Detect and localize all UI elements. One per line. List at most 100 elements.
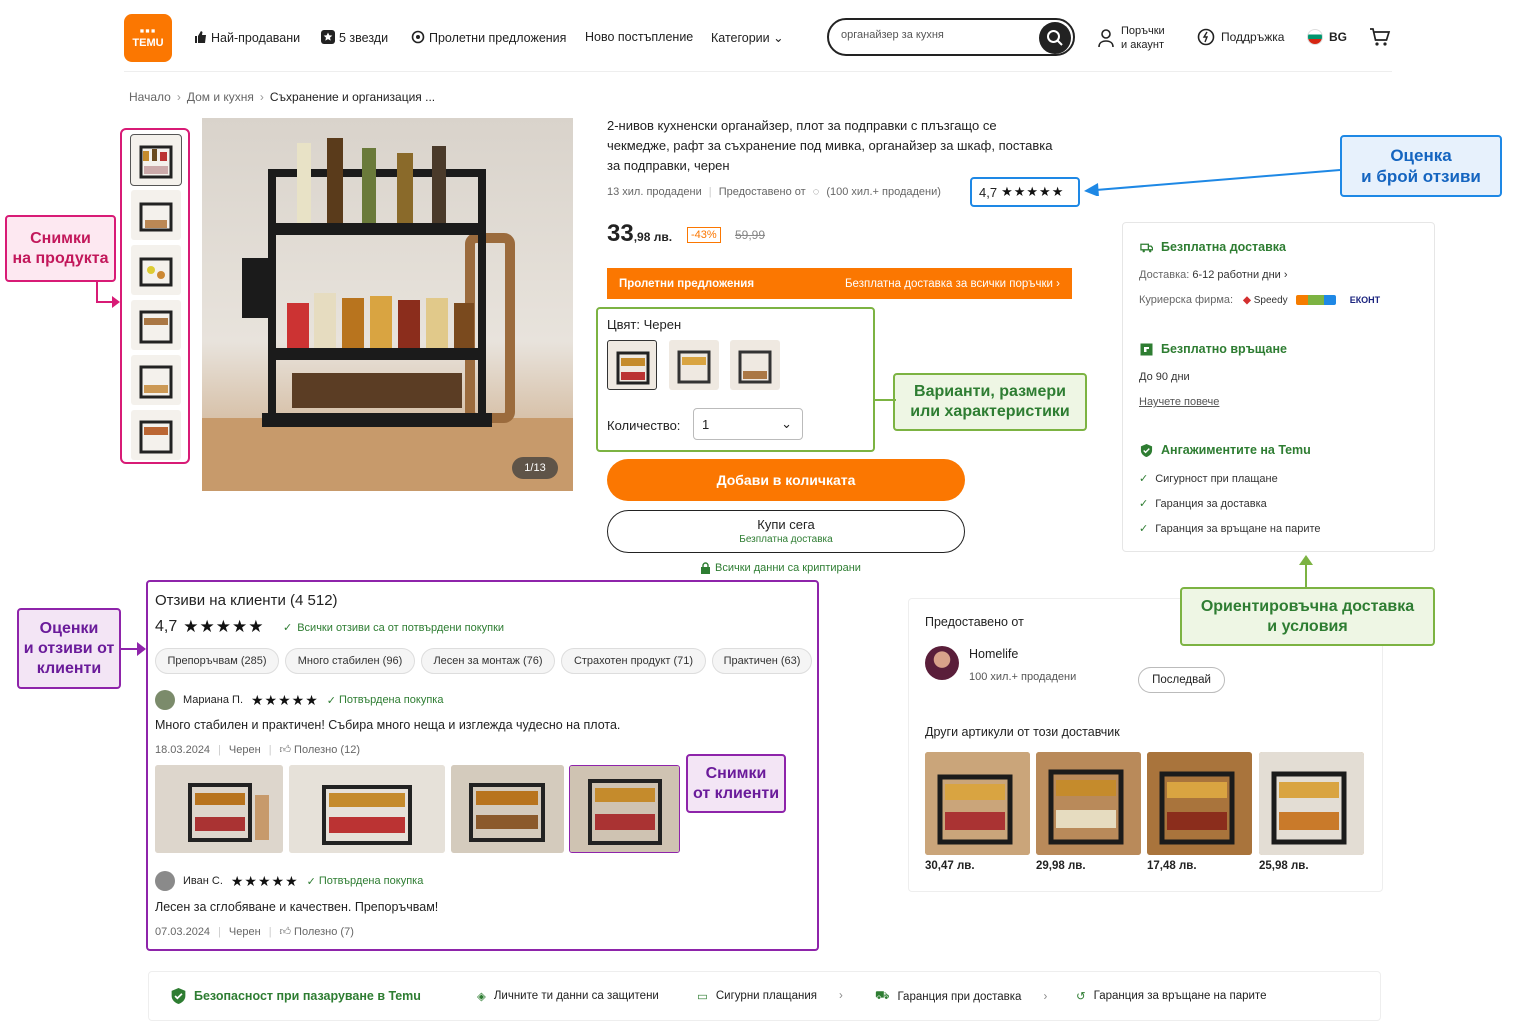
- annotation-delivery: Ориентировъчна доставка и условия: [1180, 587, 1435, 646]
- helpful-count[interactable]: Полезно (12): [294, 744, 360, 756]
- rack-photo-image: [570, 766, 679, 852]
- learn-more-link[interactable]: Научете повече: [1139, 396, 1219, 408]
- other-item-image[interactable]: [1259, 752, 1364, 855]
- other-item-image[interactable]: [1147, 752, 1252, 855]
- nav-five-stars[interactable]: 5 звезди: [321, 30, 388, 45]
- review-variant: Черен: [228, 743, 261, 756]
- other-item-image[interactable]: [925, 752, 1030, 855]
- thumbnail[interactable]: [131, 410, 181, 460]
- seller-label: Предоставено от: [925, 615, 1024, 629]
- seller-avatar[interactable]: [925, 646, 959, 680]
- quantity-select[interactable]: 1 ⌄: [693, 408, 803, 440]
- review-photo[interactable]: [451, 765, 564, 853]
- review-text: Лесен за сглобяване и качествен. Препоръ…: [155, 900, 439, 914]
- search-input[interactable]: [841, 29, 1031, 41]
- safety-item[interactable]: ◈ Личните ти данни са защитени: [477, 989, 659, 1003]
- quantity-label: Количество:: [607, 418, 681, 433]
- nav-label: Ново постъпление: [585, 30, 694, 44]
- temu-logo[interactable]: ▪▪▪ TEMU: [124, 14, 172, 62]
- seller-sales: 100 хил.+ продадени: [969, 671, 1077, 683]
- search-bar[interactable]: [827, 18, 1075, 56]
- other-item-image[interactable]: [1036, 752, 1141, 855]
- color-swatch[interactable]: [607, 340, 657, 390]
- search-button[interactable]: [1039, 22, 1071, 54]
- free-delivery-label: Безплатна доставка: [1161, 240, 1287, 254]
- color-swatch[interactable]: [730, 340, 780, 390]
- nav-spring-deals[interactable]: Пролетни предложения: [411, 30, 566, 45]
- breadcrumb-home[interactable]: Начало: [129, 90, 171, 104]
- commitments-label: Ангажиментите на Temu: [1161, 443, 1311, 457]
- nav-categories[interactable]: Категории ⌄: [711, 30, 784, 45]
- nav-bestsellers[interactable]: Най-продавани: [193, 30, 300, 45]
- thumbnail[interactable]: [131, 245, 181, 295]
- review-variant: Черен: [228, 925, 261, 938]
- truck-icon: [1140, 243, 1153, 252]
- safety-title-text: Безопасност при пазаруване в Temu: [194, 989, 421, 1003]
- thumbnail[interactable]: [131, 355, 181, 405]
- annotation-arrow-icon: [96, 282, 120, 308]
- thumbs-up-icon[interactable]: 👍︎: [280, 925, 292, 938]
- rack-photo-image: [925, 752, 1030, 855]
- chevron-down-icon: ⌄: [781, 416, 792, 431]
- review-meta: 07.03.2024 | Черен | 👍︎ Полезно (7): [155, 925, 354, 939]
- add-to-cart-button[interactable]: Добави в количката: [607, 459, 965, 501]
- review-photo[interactable]: [289, 765, 445, 853]
- review-tag-chip[interactable]: Практичен (63): [712, 648, 812, 674]
- main-product-image[interactable]: [202, 118, 573, 491]
- nav-label: 5 звезди: [339, 31, 389, 45]
- annotation-reviews: Оценки и отзиви от клиенти: [17, 608, 121, 689]
- promo-banner[interactable]: Пролетни предложения Безплатна доставка …: [607, 268, 1072, 299]
- follow-button[interactable]: Последвай: [1138, 667, 1225, 693]
- review-tag-chip[interactable]: Много стабилен (96): [285, 648, 415, 674]
- thumbnail[interactable]: [130, 134, 182, 186]
- delivery-time[interactable]: Доставка: 6-12 работни дни ›: [1139, 269, 1288, 281]
- rating-summary[interactable]: 4,7 ★★★★★: [970, 177, 1080, 207]
- review-tag-chip[interactable]: Лесен за монтаж (76): [421, 648, 555, 674]
- delivery-label: Доставка:: [1139, 269, 1190, 281]
- safety-item[interactable]: ↺ Гаранция за връщане на парите: [1076, 989, 1266, 1003]
- review-tag-chip[interactable]: Страхотен продукт (71): [561, 648, 706, 674]
- star-badge-icon: [321, 30, 335, 44]
- color-swatch[interactable]: [669, 340, 719, 390]
- support-link[interactable]: Поддръжка: [1197, 28, 1284, 46]
- review-photo[interactable]: [155, 765, 283, 853]
- nav-label: Пролетни предложения: [429, 31, 567, 45]
- courier-speedy: Speedy: [1253, 294, 1288, 306]
- star-rating-icon: ★★★★★: [183, 617, 265, 636]
- breadcrumb-home-kitchen[interactable]: Дом и кухня: [187, 90, 254, 104]
- reviewer-name: Иван С.: [183, 875, 223, 887]
- commitment-text: Сигурност при плащане: [1155, 472, 1278, 485]
- annotation-arrow-icon: [1084, 169, 1341, 196]
- thumbnail[interactable]: [131, 190, 181, 240]
- rating-value: 4,7: [979, 184, 998, 200]
- reviewer-name: Мариана П.: [183, 694, 243, 706]
- support-label: Поддръжка: [1221, 30, 1285, 44]
- nav-new-arrivals[interactable]: Ново постъпление: [585, 30, 693, 44]
- commitments-title: Ангажиментите на Temu: [1140, 443, 1311, 457]
- review-photo[interactable]: [569, 765, 680, 853]
- review-date: 18.03.2024: [155, 743, 211, 756]
- orders-account[interactable]: Поръчки и акаунт: [1097, 24, 1165, 52]
- other-item-price: 29,98 лв.: [1036, 860, 1086, 872]
- check-circle-icon: ✓: [1139, 473, 1149, 485]
- commitment-item: ✓ Гаранция за връщане на парите: [1139, 522, 1321, 536]
- seller-name[interactable]: Homelife: [969, 647, 1018, 661]
- seller-sales[interactable]: (100 хил.+ продадени): [826, 186, 941, 198]
- safety-item[interactable]: ▭ Сигурни плащания ›: [697, 989, 843, 1003]
- annotation-variants: Варианти, размери или характеристики: [893, 373, 1087, 431]
- thumbs-up-icon[interactable]: 👍︎: [280, 743, 292, 756]
- safety-item[interactable]: ⛟ Гаранция при доставка ›: [875, 989, 1047, 1004]
- language-selector[interactable]: BG: [1307, 29, 1347, 45]
- annotation-text: и отзиви от: [23, 639, 115, 657]
- check-circle-icon: ✓: [326, 694, 336, 707]
- annotation-arrow-icon: [1299, 555, 1313, 587]
- helpful-count[interactable]: Полезно (7): [294, 926, 354, 938]
- review-tag-chip[interactable]: Препоръчвам (285): [155, 648, 279, 674]
- account-label: и акаунт: [1121, 39, 1164, 51]
- thumbnail[interactable]: [131, 300, 181, 350]
- return-box-icon: [1140, 343, 1153, 355]
- cart-icon[interactable]: [1369, 27, 1391, 47]
- rack-thumb-image: [139, 145, 173, 179]
- buy-now-button[interactable]: Купи сега Безплатна доставка: [607, 510, 965, 553]
- safety-item-text: Гаранция при доставка: [897, 990, 1022, 1003]
